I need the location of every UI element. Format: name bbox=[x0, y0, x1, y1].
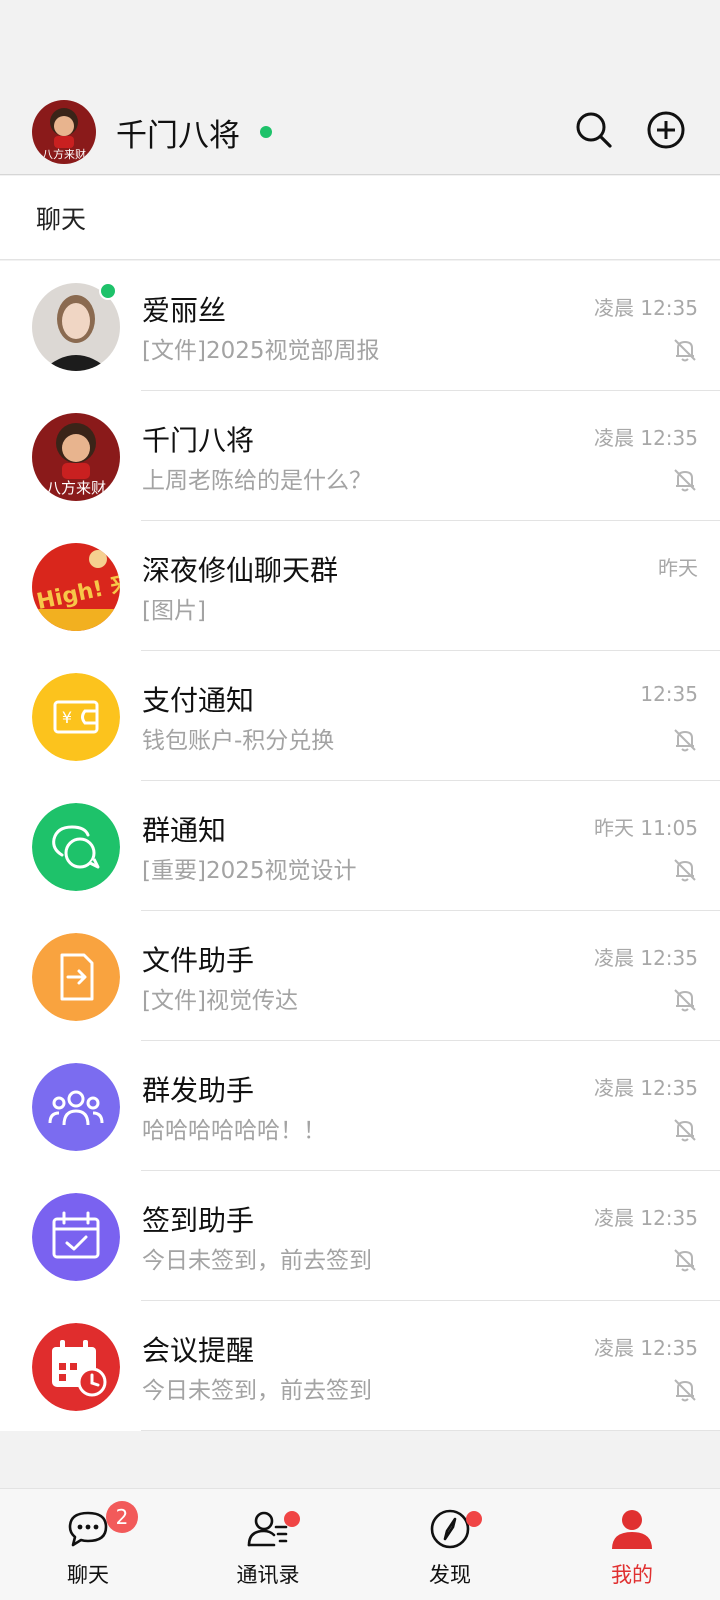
chat-bubble-icon bbox=[66, 1507, 110, 1551]
notification-dot bbox=[284, 1511, 300, 1527]
mute-bell-icon bbox=[672, 727, 698, 753]
chat-item[interactable]: 签到助手 今日未签到，前去签到 凌晨 12:35 bbox=[0, 1171, 720, 1301]
tab-label: 聊天 bbox=[67, 1563, 109, 1587]
chat-name: 会议提醒 bbox=[142, 1334, 255, 1367]
chat-time: 凌晨 12:35 bbox=[594, 1076, 698, 1100]
file-transfer-icon bbox=[32, 933, 120, 1021]
chat-time: 凌晨 12:35 bbox=[594, 1206, 698, 1230]
chat-name: 支付通知 bbox=[142, 684, 255, 717]
group-poster-avatar: High! 来 bbox=[32, 543, 120, 631]
chat-item[interactable]: 文件助手 [文件]视觉传达 凌晨 12:35 bbox=[0, 911, 720, 1041]
chat-name: 群发助手 bbox=[142, 1074, 255, 1107]
bottom-tab-bar: 2 聊天 通讯录 发现 我的 bbox=[0, 1488, 720, 1600]
section-header: 聊天 bbox=[0, 176, 720, 260]
mute-bell-icon bbox=[672, 1117, 698, 1143]
mute-bell-icon bbox=[672, 467, 698, 493]
calendar-clock-icon bbox=[32, 1323, 120, 1411]
online-status-dot bbox=[99, 282, 117, 300]
chat-name: 深夜修仙聊天群 bbox=[142, 554, 339, 587]
top-header: 八方来财 千门八将 bbox=[0, 0, 720, 175]
chat-item[interactable]: ¥ 支付通知 钱包账户-积分兑换 12:35 bbox=[0, 651, 720, 781]
profile-icon bbox=[610, 1507, 654, 1551]
chat-preview: 钱包账户-积分兑换 bbox=[142, 728, 335, 754]
header-avatar[interactable]: 八方来财 bbox=[32, 100, 96, 164]
chat-item[interactable]: 群通知 [重要]2025视觉设计 昨天 11:05 bbox=[0, 781, 720, 911]
tab-me[interactable]: 我的 bbox=[572, 1489, 692, 1600]
svg-text:八方来财: 八方来财 bbox=[46, 479, 106, 497]
chat-list: 爱丽丝 [文件]2025视觉部周报 凌晨 12:35 八方来财 千门八将 上周老… bbox=[0, 261, 720, 1431]
add-circle-icon[interactable] bbox=[646, 110, 686, 150]
people-group-icon bbox=[32, 1063, 120, 1151]
chat-preview: 今日未签到，前去签到 bbox=[142, 1248, 372, 1274]
mute-bell-icon bbox=[672, 1247, 698, 1273]
section-label: 聊天 bbox=[36, 205, 87, 234]
contacts-icon bbox=[246, 1507, 290, 1551]
chat-time: 昨天 11:05 bbox=[594, 816, 698, 840]
tab-label: 发现 bbox=[429, 1563, 471, 1587]
chat-time: 凌晨 12:35 bbox=[594, 1336, 698, 1360]
chat-time: 12:35 bbox=[640, 682, 698, 706]
unread-badge: 2 bbox=[106, 1501, 138, 1533]
chat-name: 签到助手 bbox=[142, 1204, 255, 1237]
tab-discover[interactable]: 发现 bbox=[390, 1489, 510, 1600]
chat-time: 凌晨 12:35 bbox=[594, 296, 698, 320]
search-icon[interactable] bbox=[574, 110, 614, 150]
chat-item[interactable]: 会议提醒 今日未签到，前去签到 凌晨 12:35 bbox=[0, 1301, 720, 1431]
chat-preview: 哈哈哈哈哈哈！！ bbox=[142, 1118, 326, 1144]
mute-bell-icon bbox=[672, 337, 698, 363]
cartoon-avatar: 八方来财 bbox=[32, 413, 120, 501]
tab-label: 通讯录 bbox=[236, 1563, 300, 1587]
svg-text:八方来财: 八方来财 bbox=[42, 147, 86, 161]
tab-label: 我的 bbox=[611, 1563, 653, 1587]
mute-bell-icon bbox=[672, 987, 698, 1013]
chat-item[interactable]: High! 来 深夜修仙聊天群 [图片] 昨天 bbox=[0, 521, 720, 651]
chat-name: 群通知 bbox=[142, 814, 227, 847]
chat-name: 千门八将 bbox=[142, 424, 255, 457]
chat-item[interactable]: 八方来财 千门八将 上周老陈给的是什么？ 凌晨 12:35 bbox=[0, 391, 720, 521]
chat-item[interactable]: 群发助手 哈哈哈哈哈哈！！ 凌晨 12:35 bbox=[0, 1041, 720, 1171]
chat-time: 凌晨 12:35 bbox=[594, 426, 698, 450]
chat-preview: [图片] bbox=[142, 598, 206, 624]
online-status-dot bbox=[260, 126, 272, 138]
calendar-check-icon bbox=[32, 1193, 120, 1281]
svg-text:¥: ¥ bbox=[62, 708, 72, 727]
tab-contacts[interactable]: 通讯录 bbox=[208, 1489, 328, 1600]
chat-bubbles-icon bbox=[32, 803, 120, 891]
chat-item[interactable]: 爱丽丝 [文件]2025视觉部周报 凌晨 12:35 bbox=[0, 261, 720, 391]
notification-dot bbox=[466, 1511, 482, 1527]
chat-name: 爱丽丝 bbox=[142, 294, 227, 327]
chat-time: 凌晨 12:35 bbox=[594, 946, 698, 970]
mute-bell-icon bbox=[672, 857, 698, 883]
chat-preview: 今日未签到，前去签到 bbox=[142, 1378, 372, 1404]
chat-preview: [文件]2025视觉部周报 bbox=[142, 338, 380, 364]
page-title: 千门八将 bbox=[116, 118, 240, 154]
chat-name: 文件助手 bbox=[142, 944, 255, 977]
mute-bell-icon bbox=[672, 1377, 698, 1403]
chat-preview: 上周老陈给的是什么？ bbox=[142, 468, 372, 494]
chat-preview: [文件]视觉传达 bbox=[142, 988, 298, 1014]
compass-icon bbox=[428, 1507, 472, 1551]
chat-preview: [重要]2025视觉设计 bbox=[142, 858, 357, 884]
tab-chat[interactable]: 2 聊天 bbox=[28, 1489, 148, 1600]
wallet-icon: ¥ bbox=[32, 673, 120, 761]
chat-time: 昨天 bbox=[658, 556, 698, 580]
